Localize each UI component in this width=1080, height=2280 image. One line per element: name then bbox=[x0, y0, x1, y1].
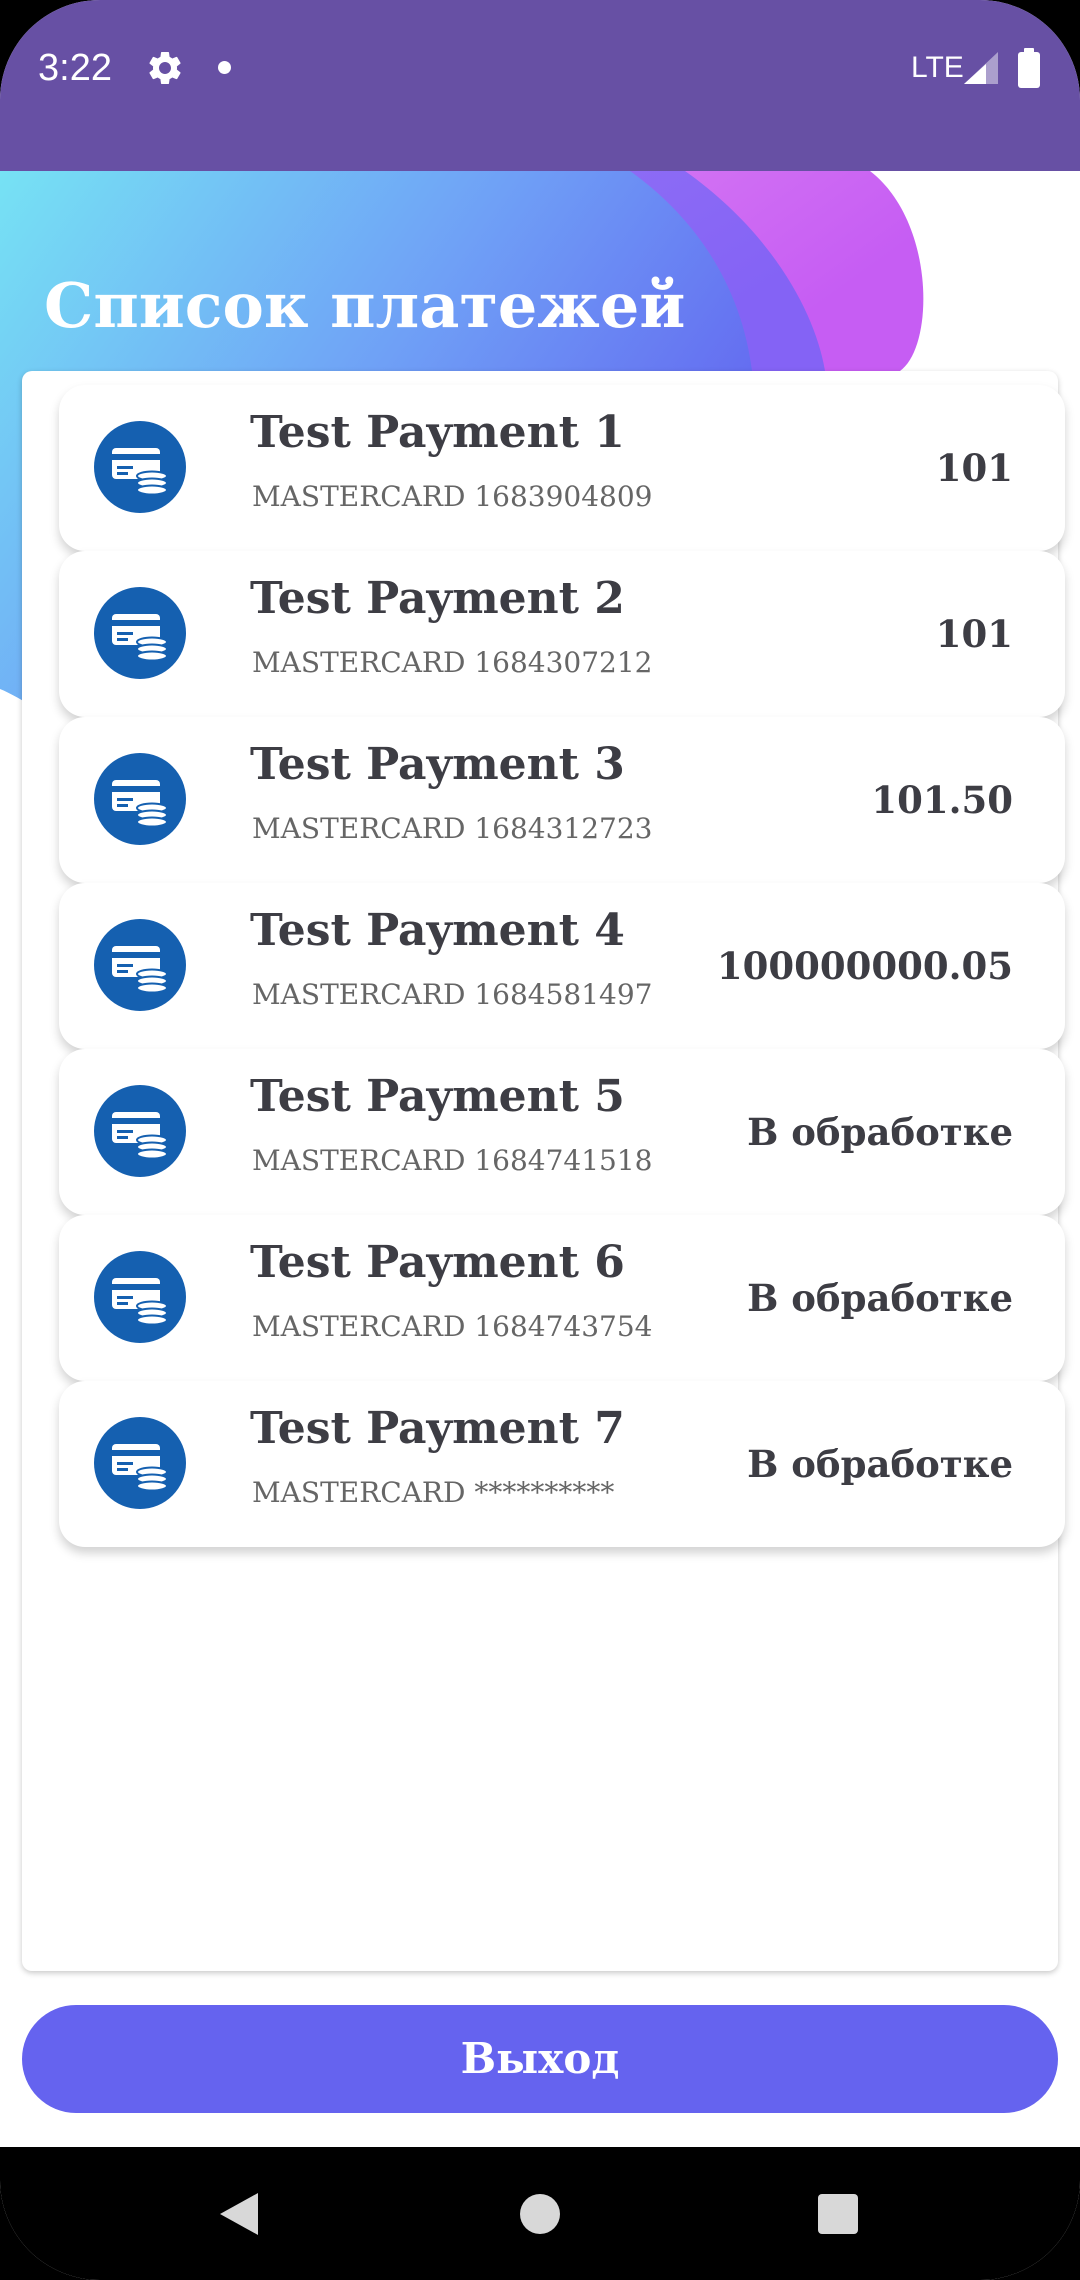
status-time: 3:22 bbox=[38, 47, 112, 89]
card-payment-icon bbox=[94, 421, 186, 513]
payment-card: MASTERCARD 1683904809 bbox=[252, 480, 653, 513]
card-payment-icon bbox=[94, 1085, 186, 1177]
payment-item[interactable]: Test Payment 7 MASTERCARD ********** В о… bbox=[59, 1381, 1065, 1547]
card-payment-icon bbox=[94, 753, 186, 845]
network-type: LTE bbox=[911, 51, 964, 84]
payment-title: Test Payment 3 bbox=[250, 739, 625, 790]
gear-icon bbox=[149, 51, 181, 84]
phone-screen: 3:22 LTE Список платежей Test Payment 1 … bbox=[0, 0, 1080, 2280]
payment-card: MASTERCARD 1684741518 bbox=[252, 1144, 653, 1177]
payment-amount: 101 bbox=[935, 612, 1013, 656]
payment-item[interactable]: Test Payment 1 MASTERCARD 1683904809 101 bbox=[59, 385, 1065, 551]
payment-card: MASTERCARD 1684581497 bbox=[252, 978, 653, 1011]
battery-icon bbox=[1018, 48, 1040, 88]
payment-title: Test Payment 4 bbox=[250, 905, 625, 956]
payment-amount: 100000000.05 bbox=[716, 944, 1013, 988]
payment-amount: 101.50 bbox=[871, 778, 1013, 822]
signal-icon bbox=[964, 52, 998, 84]
payment-status: В обработке bbox=[747, 1110, 1013, 1154]
payment-title: Test Payment 5 bbox=[250, 1071, 625, 1122]
payments-list[interactable]: Test Payment 1 MASTERCARD 1683904809 101… bbox=[22, 371, 1065, 1971]
payment-item[interactable]: Test Payment 3 MASTERCARD 1684312723 101… bbox=[59, 717, 1065, 883]
payment-status: В обработке bbox=[747, 1442, 1013, 1486]
status-bar: 3:22 LTE bbox=[0, 0, 1080, 171]
navigation-bar bbox=[0, 2147, 1080, 2280]
payment-card: MASTERCARD 1684307212 bbox=[252, 646, 653, 679]
exit-button[interactable]: Выход bbox=[22, 2005, 1058, 2113]
payment-card: MASTERCARD ********** bbox=[252, 1476, 615, 1509]
payment-item[interactable]: Test Payment 5 MASTERCARD 1684741518 В о… bbox=[59, 1049, 1065, 1215]
payment-amount: 101 bbox=[935, 446, 1013, 490]
payment-card: MASTERCARD 1684312723 bbox=[252, 812, 653, 845]
payment-item[interactable]: Test Payment 4 MASTERCARD 1684581497 100… bbox=[59, 883, 1065, 1049]
payment-status: В обработке bbox=[747, 1276, 1013, 1320]
card-payment-icon bbox=[94, 587, 186, 679]
payment-card: MASTERCARD 1684743754 bbox=[252, 1310, 653, 1343]
card-payment-icon bbox=[94, 1417, 186, 1509]
payment-title: Test Payment 2 bbox=[250, 573, 625, 624]
payment-title: Test Payment 7 bbox=[250, 1403, 625, 1454]
card-payment-icon bbox=[94, 1251, 186, 1343]
card-payment-icon bbox=[94, 919, 186, 1011]
payment-item[interactable]: Test Payment 6 MASTERCARD 1684743754 В о… bbox=[59, 1215, 1065, 1381]
notification-dot-icon bbox=[218, 61, 231, 74]
page-title: Список платежей bbox=[44, 269, 686, 342]
payment-title: Test Payment 6 bbox=[250, 1237, 625, 1288]
payment-title: Test Payment 1 bbox=[250, 407, 625, 458]
recents-icon[interactable] bbox=[818, 2194, 858, 2234]
home-icon[interactable] bbox=[520, 2194, 560, 2234]
back-icon[interactable] bbox=[218, 2191, 260, 2237]
payment-item[interactable]: Test Payment 2 MASTERCARD 1684307212 101 bbox=[59, 551, 1065, 717]
